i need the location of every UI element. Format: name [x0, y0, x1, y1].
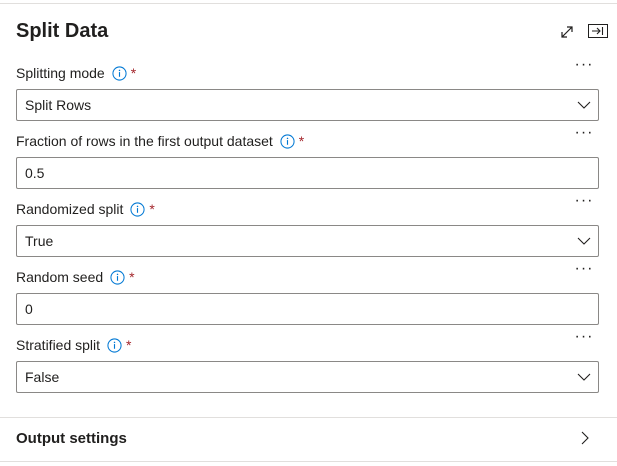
randomized-split-label: Randomized split — [16, 201, 124, 217]
random-seed-label: Random seed — [16, 269, 104, 285]
dock-panel-icon[interactable] — [587, 20, 609, 42]
output-settings-label: Output settings — [16, 430, 127, 447]
splitting-mode-label: Splitting mode — [16, 65, 105, 81]
chevron-right-icon — [581, 431, 589, 445]
required-indicator: * — [149, 201, 155, 217]
expand-icon[interactable] — [556, 21, 578, 43]
required-indicator: * — [130, 65, 137, 81]
more-options-button[interactable]: ··· — [572, 261, 596, 282]
splitting-mode-value: Split Rows — [25, 97, 92, 113]
output-settings-section[interactable]: Output settings — [0, 418, 617, 460]
info-icon[interactable] — [110, 269, 125, 285]
more-options-button[interactable]: ··· — [572, 125, 596, 146]
more-options-button[interactable]: ··· — [572, 57, 596, 78]
chevron-down-icon — [577, 237, 591, 245]
required-indicator: * — [129, 269, 135, 285]
fraction-label: Fraction of rows in the first output dat… — [16, 133, 273, 149]
bottom-divider — [0, 461, 617, 462]
randomized-split-dropdown[interactable]: True — [16, 225, 599, 257]
stratified-split-value: False — [25, 369, 60, 385]
randomized-split-value: True — [25, 233, 54, 249]
chevron-down-icon — [577, 101, 591, 109]
info-icon[interactable] — [280, 133, 295, 149]
chevron-down-icon — [577, 373, 591, 381]
info-icon[interactable] — [107, 337, 122, 353]
stratified-split-label: Stratified split — [16, 337, 101, 353]
top-divider — [0, 3, 617, 4]
more-options-button[interactable]: ··· — [572, 193, 596, 214]
info-icon[interactable] — [130, 201, 145, 217]
random-seed-input[interactable] — [16, 293, 599, 325]
fraction-input[interactable] — [16, 157, 599, 189]
more-options-button[interactable]: ··· — [572, 329, 596, 350]
splitting-mode-dropdown[interactable]: Split Rows — [16, 89, 599, 121]
required-indicator: * — [126, 337, 132, 353]
required-indicator: * — [298, 133, 305, 149]
info-icon[interactable] — [112, 65, 127, 81]
stratified-split-dropdown[interactable]: False — [16, 361, 599, 393]
panel-title: Split Data — [16, 20, 109, 42]
